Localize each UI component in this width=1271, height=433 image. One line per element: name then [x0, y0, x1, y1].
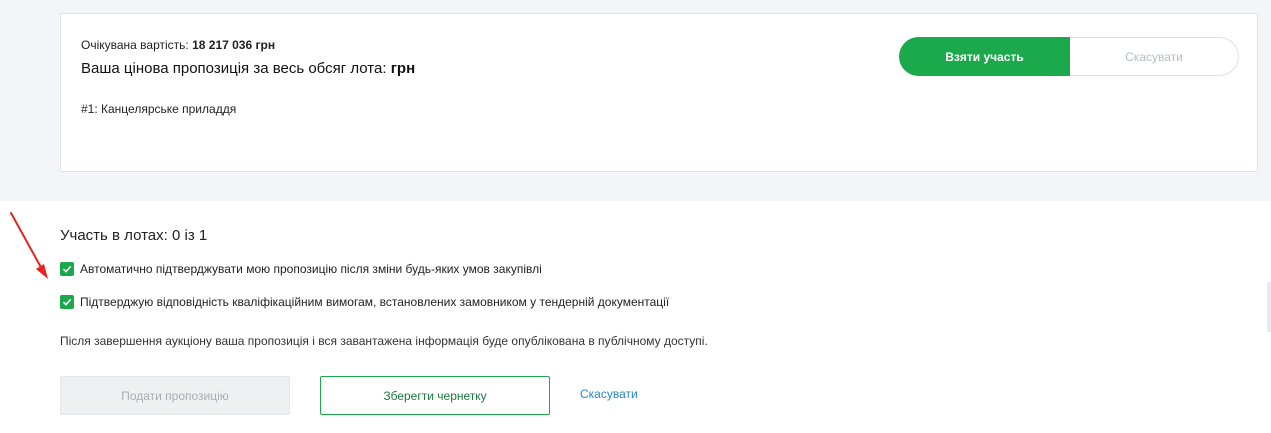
lot-card: Очікувана вартість: 18 217 036 грн Ваша … [60, 13, 1258, 172]
expected-cost-label: Очікувана вартість: [81, 38, 193, 52]
price-offer-currency: грн [390, 60, 416, 77]
publication-notice: Після завершення аукціону ваша пропозиці… [60, 334, 708, 348]
qualification-confirm-checkbox[interactable] [60, 295, 74, 309]
lot-action-buttons: Взяти участь Скасувати [899, 37, 1239, 76]
participate-button[interactable]: Взяти участь [899, 37, 1070, 76]
qualification-confirm-option[interactable]: Підтверджую відповідність кваліфікаційни… [60, 295, 669, 309]
checkmark-icon [62, 298, 72, 306]
submit-offer-button[interactable]: Подати пропозицію [60, 376, 290, 415]
checkmark-icon [62, 265, 72, 273]
auto-confirm-option[interactable]: Автоматично підтверджувати мою пропозиці… [60, 262, 542, 276]
price-offer-label: Ваша цінова пропозиція за весь обсяг лот… [81, 60, 391, 77]
auto-confirm-checkbox[interactable] [60, 262, 74, 276]
qualification-confirm-label: Підтверджую відповідність кваліфікаційни… [80, 295, 670, 309]
expected-cost: Очікувана вартість: 18 217 036 грн [81, 38, 275, 52]
lot-name: #1: Канцелярське приладдя [81, 102, 237, 116]
scrollbar[interactable] [1267, 282, 1271, 332]
expected-cost-value: 18 217 036 грн [192, 38, 276, 52]
price-offer: Ваша цінова пропозиція за весь обсяг лот… [81, 60, 415, 77]
annotation-arrow-icon [10, 212, 48, 279]
cancel-link[interactable]: Скасувати [580, 387, 638, 401]
participation-summary: Участь в лотах: 0 із 1 [60, 227, 208, 244]
save-draft-button[interactable]: Зберегти чернетку [320, 376, 550, 415]
lot-cancel-button[interactable]: Скасувати [1070, 37, 1239, 76]
auto-confirm-label: Автоматично підтверджувати мою пропозиці… [80, 262, 542, 276]
